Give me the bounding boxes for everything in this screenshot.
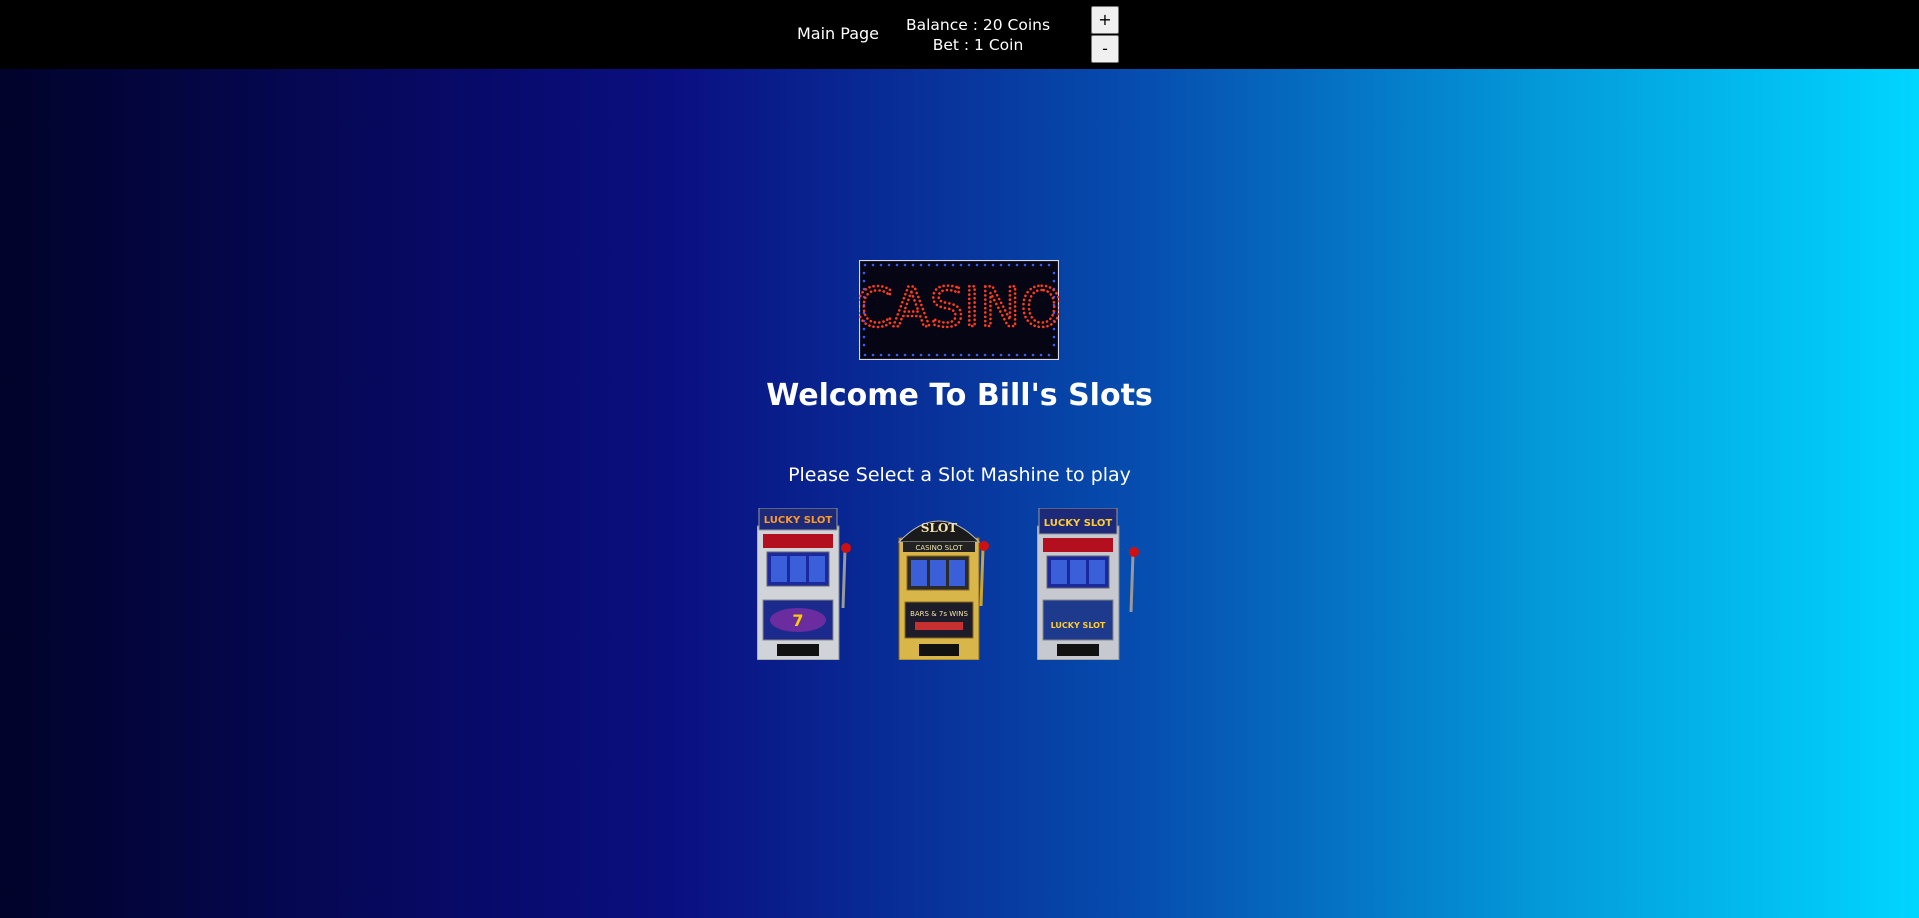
sign-light-dot [943,353,947,357]
sign-light-dot [927,263,931,267]
decrease-bet-button[interactable]: - [1091,35,1119,63]
sign-light-dot [935,353,939,357]
sign-light-dot [919,353,923,357]
slot-machine-lucky-slot-1[interactable]: LUCKY SLOT 7 [757,508,859,660]
sign-light-dot [1039,353,1043,357]
sign-light-dot [1015,263,1019,267]
sign-light-dot [911,263,915,267]
sign-light-dot [919,263,923,267]
sign-light-dot [871,263,875,267]
instruction-text: Please Select a Slot Mashine to play [788,464,1131,486]
sign-light-dot [862,271,866,275]
sign-light-dot [903,353,907,357]
balance-panel: Balance : 20 Coins Bet : 1 Coin [900,15,1056,55]
slot-1-seven-text: 7 [792,611,803,630]
sign-light-dot [983,353,987,357]
sign-light-dot [1007,353,1011,357]
casino-sign-logo: CASINO [859,260,1059,360]
slot-2-sign-text: SLOT [921,521,958,535]
sign-light-dot [951,353,955,357]
slot-3-sign-text: LUCKY SLOT [1044,518,1113,529]
sign-light-dot [1052,271,1056,275]
slot-machine-casino-slot-2[interactable]: SLOT CASINO SLOT BARS & 7s WINS [897,508,999,660]
sign-light-dot [959,353,963,357]
sign-light-dot [975,353,979,357]
sign-light-dot [1031,263,1035,267]
increase-bet-button[interactable]: + [1091,6,1119,34]
slot-3-bottom-text: LUCKY SLOT [1051,621,1106,630]
sign-light-dot [943,263,947,267]
sign-light-dot [887,263,891,267]
page-title: Welcome To Bill's Slots [766,378,1153,413]
sign-light-dot [862,343,866,347]
sign-light-dot [975,263,979,267]
balance-text: Balance : 20 Coins [905,16,1051,34]
sign-light-dot [999,263,1003,267]
sign-light-dot [967,353,971,357]
slot-1-sign-text: LUCKY SLOT [764,515,833,526]
sign-light-dot [935,263,939,267]
sign-light-dot [911,353,915,357]
sign-light-dot [1052,343,1056,347]
sign-light-dot [1047,263,1051,267]
sign-light-dot [927,353,931,357]
sign-light-dot [999,353,1003,357]
sign-light-dot [903,263,907,267]
sign-light-dot [1047,353,1051,357]
sign-light-dot [1015,353,1019,357]
sign-light-dot [895,263,899,267]
sign-light-dot [1039,263,1043,267]
sign-light-dot [871,353,875,357]
slot-2-bottom-text: BARS & 7s WINS [910,610,968,618]
sign-light-dot [1023,263,1027,267]
sign-light-dot [959,263,963,267]
casino-sign-text: CASINO [859,276,1059,339]
sign-light-dot [879,353,883,357]
sign-light-dot [1007,263,1011,267]
bet-text: Bet : 1 Coin [932,36,1024,54]
sign-light-dot [967,263,971,267]
sign-light-dot [887,353,891,357]
sign-light-dot [951,263,955,267]
sign-light-dot [895,353,899,357]
sign-light-dot [991,263,995,267]
sign-light-dot [1031,353,1035,357]
sign-light-dot [863,263,867,267]
sign-light-dot [1023,353,1027,357]
sign-light-dot [879,263,883,267]
slot-2-subsign-text: CASINO SLOT [915,544,963,552]
main-page-link[interactable]: Main Page [797,24,879,43]
top-bar: Main Page Balance : 20 Coins Bet : 1 Coi… [0,0,1919,69]
sign-light-dot [983,263,987,267]
slot-machine-lucky-slot-3[interactable]: LUCKY SLOT LUCKY SLOT [1037,508,1139,660]
sign-light-dot [991,353,995,357]
sign-light-dot [863,353,867,357]
